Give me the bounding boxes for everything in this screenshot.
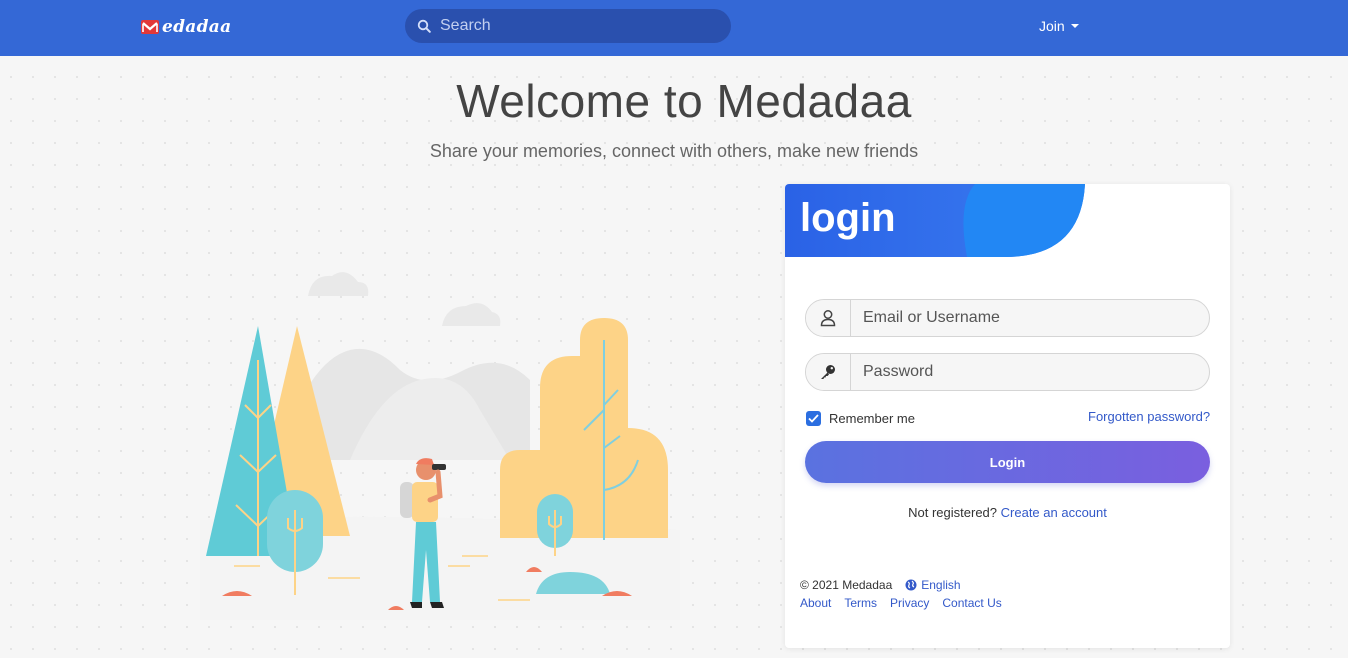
footer-links: About Terms Privacy Contact Us	[800, 596, 1002, 610]
not-registered-text: Not registered?	[908, 505, 998, 520]
remember-me[interactable]: Remember me	[806, 411, 915, 426]
page-subtitle: Share your memories, connect with others…	[429, 141, 919, 161]
username-field[interactable]	[805, 299, 1210, 337]
remember-label: Remember me	[829, 411, 915, 426]
join-dropdown[interactable]: Join	[1039, 18, 1079, 34]
footer-link-about[interactable]: About	[800, 596, 831, 610]
logo[interactable]: edadaa	[140, 14, 231, 40]
join-label: Join	[1039, 18, 1065, 34]
register-prompt: Not registered? Create an account	[785, 505, 1230, 520]
footer-link-terms[interactable]: Terms	[844, 596, 877, 610]
footer-link-privacy[interactable]: Privacy	[890, 596, 929, 610]
password-input[interactable]	[851, 354, 1209, 390]
copyright: © 2021 Medadaa	[800, 578, 893, 592]
username-input[interactable]	[851, 300, 1209, 336]
hiker-illustration	[200, 272, 680, 620]
create-account-link[interactable]: Create an account	[1001, 505, 1107, 520]
search-icon	[417, 19, 431, 33]
login-title: login	[800, 196, 896, 240]
search-input[interactable]	[440, 17, 710, 35]
logo-icon	[141, 20, 159, 34]
page-title: Welcome to Medadaa	[456, 75, 912, 127]
key-icon	[806, 354, 851, 390]
login-button[interactable]: Login	[805, 441, 1210, 483]
password-field[interactable]	[805, 353, 1210, 391]
footer-row: © 2021 Medadaa English	[800, 578, 961, 592]
footer-link-contact[interactable]: Contact Us	[942, 596, 1001, 610]
login-card: login Remember me Forgotten password	[785, 184, 1230, 648]
language-label: English	[921, 578, 961, 592]
search-bar[interactable]	[405, 9, 731, 43]
caret-down-icon	[1070, 24, 1079, 28]
remember-checkbox[interactable]	[806, 411, 821, 426]
check-icon	[808, 414, 819, 423]
language-selector[interactable]: English	[905, 578, 961, 592]
user-icon	[806, 300, 851, 336]
globe-icon	[905, 579, 917, 591]
logo-text: edadaa	[162, 17, 232, 37]
forgot-password-link[interactable]: Forgotten password?	[1088, 409, 1210, 424]
top-navbar: edadaa Join	[0, 0, 1348, 56]
